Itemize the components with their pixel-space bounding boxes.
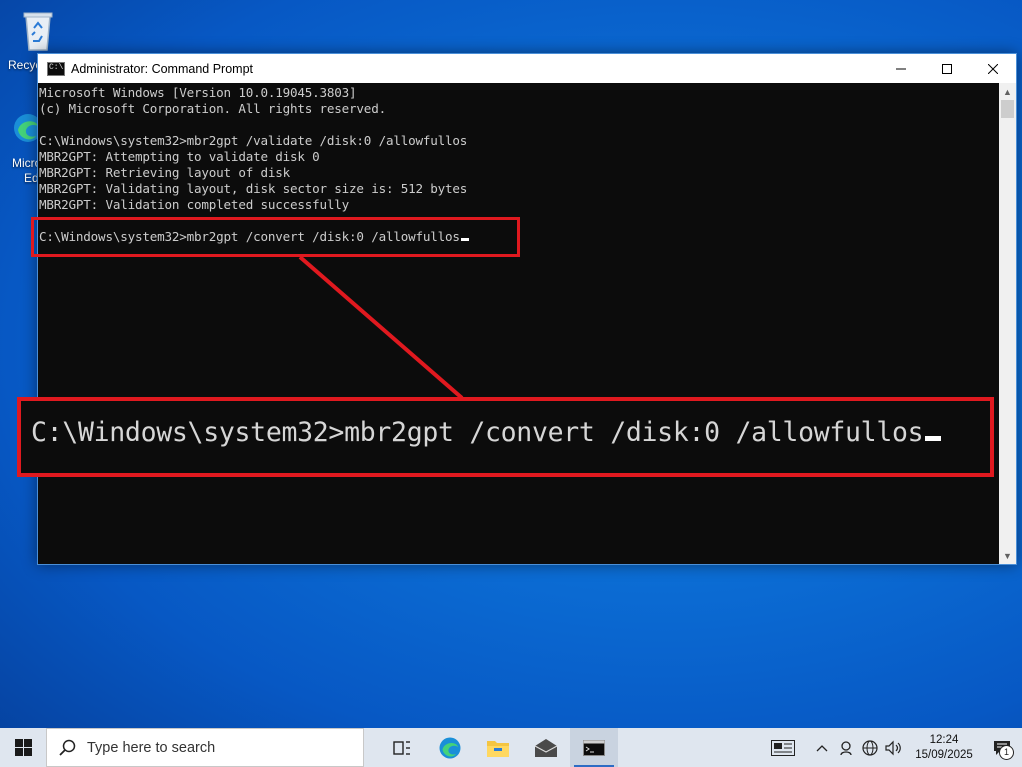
command-prompt-window: C:\ Administrator: Command Prompt Micros… — [37, 53, 1017, 565]
maximize-button[interactable] — [924, 54, 970, 83]
scroll-thumb[interactable] — [1001, 100, 1014, 118]
minimize-button[interactable] — [878, 54, 924, 83]
system-tray: 12:24 15/09/2025 1 — [766, 728, 1022, 767]
task-view-icon — [393, 740, 410, 755]
console-line: C:\Windows\system32>mbr2gpt /validate /d… — [39, 133, 468, 148]
edge-icon — [439, 737, 461, 758]
notifications-button[interactable]: 1 — [982, 728, 1022, 767]
search-placeholder: Type here to search — [87, 739, 216, 756]
maximize-icon — [942, 63, 952, 74]
scroll-down-icon[interactable]: ▼ — [999, 547, 1016, 564]
taskbar-clock[interactable]: 12:24 15/09/2025 — [906, 733, 982, 763]
scroll-up-icon[interactable]: ▲ — [999, 83, 1016, 100]
clock-date: 15/09/2025 — [915, 748, 973, 761]
console-line: Microsoft Windows [Version 10.0.19045.38… — [39, 85, 357, 100]
console-line: MBR2GPT: Retrieving layout of disk — [39, 165, 290, 180]
console-line: MBR2GPT: Attempting to validate disk 0 — [39, 149, 320, 164]
recycle-bin-icon — [23, 12, 53, 51]
folder-icon — [487, 740, 509, 757]
taskbar-search-box[interactable]: Type here to search — [46, 728, 364, 767]
task-view-button[interactable] — [378, 728, 426, 767]
console-line: MBR2GPT: Validation completed successful… — [39, 197, 350, 212]
meet-now-icon[interactable] — [834, 728, 858, 767]
volume-icon[interactable] — [882, 728, 906, 767]
windows-logo-icon — [14, 739, 32, 756]
clock-time: 12:24 — [929, 733, 959, 746]
command-prompt-icon — [583, 739, 605, 756]
mail-taskbar-button[interactable] — [522, 728, 570, 767]
title-bar[interactable]: C:\ Administrator: Command Prompt — [38, 54, 1016, 83]
console-line: MBR2GPT: Validating layout, disk sector … — [39, 181, 468, 196]
file-explorer-taskbar-button[interactable] — [474, 728, 522, 767]
network-globe-icon[interactable] — [858, 728, 882, 767]
notification-count-badge: 1 — [999, 745, 1014, 760]
start-button[interactable] — [0, 728, 46, 767]
window-title: Administrator: Command Prompt — [71, 61, 254, 76]
news-widget-icon[interactable] — [766, 728, 800, 767]
console-line: (c) Microsoft Corporation. All rights re… — [39, 101, 386, 116]
minimize-icon — [896, 68, 906, 69]
close-icon — [988, 63, 998, 74]
zoom-callout: C:\Windows\system32>mbr2gpt /convert /di… — [17, 397, 994, 477]
zoomed-command-text: C:\Windows\system32>mbr2gpt /convert /di… — [31, 417, 942, 448]
zoomed-cursor — [925, 436, 942, 441]
taskbar: Type here to search 12:24 15/09/2025 1 — [0, 728, 1022, 767]
command-prompt-icon: C:\ — [47, 61, 65, 76]
vertical-scrollbar[interactable]: ▲ ▼ — [999, 83, 1016, 564]
show-hidden-icons-chevron-icon[interactable] — [810, 728, 834, 767]
recycle-bin-desktop-icon[interactable]: Recyc — [8, 8, 68, 72]
close-button[interactable] — [970, 54, 1016, 83]
search-icon — [59, 739, 76, 756]
command-prompt-taskbar-button[interactable] — [570, 728, 618, 767]
console-output[interactable]: Microsoft Windows [Version 10.0.19045.38… — [38, 83, 999, 564]
edge-taskbar-button[interactable] — [426, 728, 474, 767]
highlight-box — [31, 217, 520, 257]
mail-icon — [534, 738, 558, 757]
zoomed-command: C:\Windows\system32>mbr2gpt /convert /di… — [31, 417, 924, 448]
